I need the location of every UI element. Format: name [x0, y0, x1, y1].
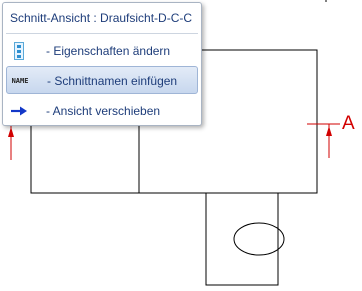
- menu-separator: [6, 33, 198, 34]
- section-label: A: [342, 113, 355, 134]
- context-menu: Schnitt-Ansicht : Draufsicht-D-C-C - Eig…: [2, 2, 202, 126]
- menu-item-label: - Schnittnamen einfügen: [47, 74, 178, 88]
- menu-item-move-view[interactable]: - Ansicht verschieben: [6, 97, 198, 125]
- menu-item-edit-properties[interactable]: - Eigenschaften ändern: [6, 37, 198, 65]
- menu-item-label: - Ansicht verschieben: [46, 104, 161, 118]
- menu-item-label: - Eigenschaften ändern: [46, 44, 171, 58]
- properties-icon: [9, 41, 29, 61]
- section-arrowhead-right: [326, 126, 332, 136]
- view-outline-lower[interactable]: [205, 192, 279, 286]
- name-tag-icon: NAME: [11, 77, 29, 85]
- menu-title: Schnitt-Ansicht : Draufsicht-D-C-C: [10, 11, 193, 25]
- arrow-right-icon: [9, 101, 29, 121]
- hole-ellipse[interactable]: [233, 222, 285, 256]
- section-arrowhead-left: [8, 127, 14, 137]
- menu-item-insert-section-name[interactable]: NAME - Schnittnamen einfügen: [6, 66, 198, 94]
